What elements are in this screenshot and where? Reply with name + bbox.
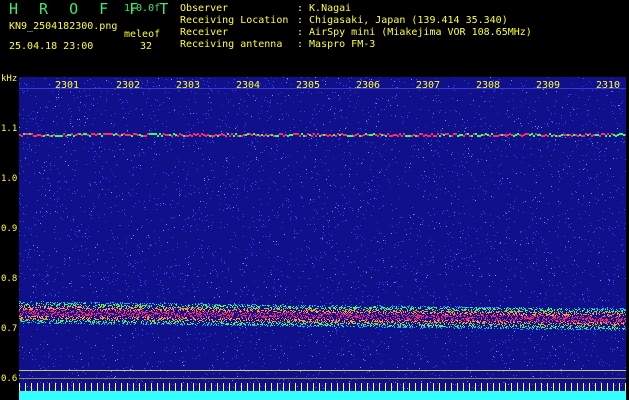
x-tick-label: 2303 (176, 80, 201, 91)
baseline-strip (19, 391, 626, 400)
location-label: Receiving Location (180, 15, 289, 26)
x-tick-label: 2307 (416, 80, 441, 91)
spectrogram-plot (19, 77, 626, 400)
y-tick-label: 1.1 (1, 124, 18, 134)
antenna-label: Receiving antenna (180, 39, 283, 50)
x-tick-label: 2308 (476, 80, 501, 91)
mode-label: meleof (124, 29, 161, 40)
x-tick-label: 2301 (55, 80, 80, 91)
count-label: 32 (140, 41, 153, 52)
y-tick-label: 0.9 (1, 224, 18, 234)
receiver-value: : AirSpy mini (Miakejima VOR 108.65MHz) (297, 27, 532, 38)
x-tick-label: 2306 (356, 80, 381, 91)
x-tick-label: 2310 (596, 80, 621, 91)
location-value: : Chigasaki, Japan (139.414 35.340) (297, 15, 508, 26)
y-tick-label: 0.7 (1, 324, 18, 334)
x-tick-label: 2305 (296, 80, 321, 91)
filename-label: KN9_2504182300.png (9, 21, 118, 32)
x-tick-label: 2309 (536, 80, 561, 91)
antenna-value: : Maspro FM-3 (297, 39, 376, 50)
observer-value: : K.Nagai (297, 3, 352, 14)
y-tick-label: 1.0 (1, 174, 18, 184)
observer-label: Observer (180, 3, 229, 14)
x-tick-label: 2304 (236, 80, 261, 91)
receiver-label: Receiver (180, 27, 229, 38)
version-label: 1.0.0f (124, 3, 161, 14)
grid-line (19, 88, 626, 89)
y-tick-label: 0.6 (1, 374, 18, 384)
reference-line (19, 378, 626, 379)
reference-line (19, 370, 626, 371)
spectrogram-canvas (19, 77, 626, 400)
y-tick-label: 0.8 (1, 274, 18, 284)
y-axis-unit: kHz (1, 74, 18, 84)
header-panel: H R O F F T 1.0.0f KN9_2504182300.png me… (0, 0, 629, 72)
x-tick-label: 2302 (116, 80, 141, 91)
datetime-label: 25.04.18 23:00 (9, 41, 94, 52)
